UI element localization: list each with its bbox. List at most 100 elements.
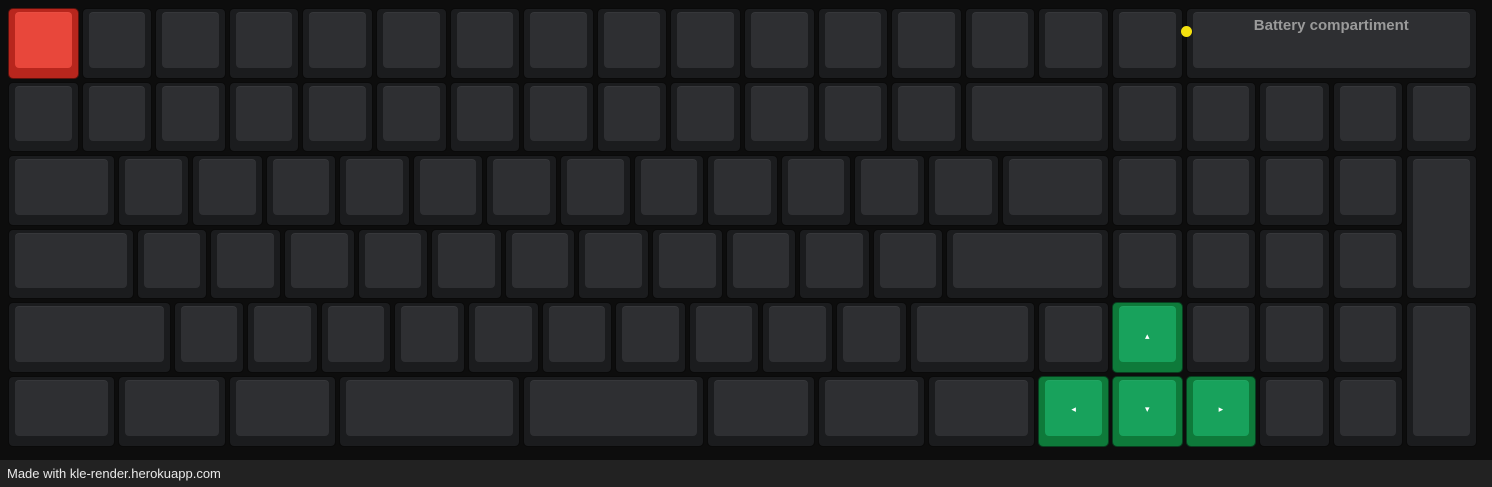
key-right-ctrl[interactable] bbox=[928, 376, 1036, 447]
key-r1-19[interactable] bbox=[1406, 81, 1477, 153]
key-r4-18[interactable] bbox=[1332, 302, 1404, 373]
key-right-shift[interactable] bbox=[909, 302, 1036, 373]
key-left-shift[interactable] bbox=[8, 302, 171, 373]
key-r2-1[interactable] bbox=[118, 155, 189, 226]
key-r1-10[interactable] bbox=[744, 81, 815, 153]
key-r3-8[interactable] bbox=[652, 228, 723, 300]
key-fn[interactable] bbox=[817, 376, 925, 447]
key-r0-15[interactable] bbox=[1112, 8, 1183, 79]
key-tab[interactable] bbox=[8, 155, 116, 226]
key-arrow-left[interactable]: ◂ bbox=[1038, 376, 1109, 447]
key-r5-17[interactable] bbox=[1259, 376, 1330, 447]
key-arrow-up[interactable]: ▴ bbox=[1112, 302, 1183, 373]
key-r0-9[interactable] bbox=[670, 8, 741, 79]
key-r4-8[interactable] bbox=[688, 302, 760, 373]
key-r3-9[interactable] bbox=[725, 228, 797, 300]
key-r4-9[interactable] bbox=[762, 302, 833, 373]
key-r0-3[interactable] bbox=[228, 8, 300, 79]
key-r4-4[interactable] bbox=[394, 302, 465, 373]
key-r2-8[interactable] bbox=[633, 155, 705, 226]
key-r3-4[interactable] bbox=[357, 228, 429, 300]
key-r4-10[interactable] bbox=[836, 302, 907, 373]
key-r3-2[interactable] bbox=[210, 228, 281, 300]
key-r2-10[interactable] bbox=[780, 155, 852, 226]
key-r0-5[interactable] bbox=[376, 8, 447, 79]
key-r3-16[interactable] bbox=[1185, 228, 1257, 300]
key-r2-4[interactable] bbox=[339, 155, 410, 226]
key-r3-18[interactable] bbox=[1332, 228, 1404, 300]
key-r1-18[interactable] bbox=[1332, 81, 1404, 153]
key-r0-14[interactable] bbox=[1038, 8, 1109, 79]
key-left-super[interactable] bbox=[118, 376, 226, 447]
key-r1-6[interactable] bbox=[449, 81, 521, 153]
key-caps-lock[interactable] bbox=[8, 228, 134, 300]
key-r2-5[interactable] bbox=[412, 155, 484, 226]
key-r1-0[interactable] bbox=[8, 81, 79, 153]
key-space-right[interactable] bbox=[523, 376, 705, 447]
key-r4-17[interactable] bbox=[1259, 302, 1330, 373]
key-r4-7[interactable] bbox=[615, 302, 686, 373]
key-r0-2[interactable] bbox=[155, 8, 226, 79]
key-r2-7[interactable] bbox=[560, 155, 631, 226]
key-r2-12[interactable] bbox=[928, 155, 999, 226]
key-r1-2[interactable] bbox=[155, 81, 226, 153]
key-r1-3[interactable] bbox=[228, 81, 300, 153]
key-r0-4[interactable] bbox=[302, 8, 373, 79]
key-left-ctrl[interactable] bbox=[8, 376, 116, 447]
key-r1-11[interactable] bbox=[817, 81, 889, 153]
key-r4-6[interactable] bbox=[541, 302, 613, 373]
key-r4-2[interactable] bbox=[247, 302, 318, 373]
key-r5-18[interactable] bbox=[1332, 376, 1404, 447]
key-r1-12[interactable] bbox=[891, 81, 962, 153]
key-backspace[interactable] bbox=[964, 81, 1109, 153]
key-r2-17[interactable] bbox=[1259, 155, 1330, 226]
key-r1-1[interactable] bbox=[81, 81, 153, 153]
key-r2-15[interactable] bbox=[1112, 155, 1183, 226]
key-r4-5[interactable] bbox=[468, 302, 539, 373]
key-r2-11[interactable] bbox=[854, 155, 925, 226]
key-numpad-enter[interactable] bbox=[1406, 302, 1477, 447]
key-r3-5[interactable] bbox=[431, 228, 502, 300]
key-r0-10[interactable] bbox=[744, 8, 815, 79]
key-r1-17[interactable] bbox=[1259, 81, 1330, 153]
key-left-alt[interactable] bbox=[228, 376, 337, 447]
key-r2-6[interactable] bbox=[486, 155, 557, 226]
key-r1-7[interactable] bbox=[523, 81, 594, 153]
key-backslash[interactable] bbox=[1001, 155, 1109, 226]
key-arrow-right[interactable]: ▸ bbox=[1185, 376, 1257, 447]
key-r0-6[interactable] bbox=[449, 8, 521, 79]
key-r1-4[interactable] bbox=[302, 81, 373, 153]
key-right-alt[interactable] bbox=[707, 376, 815, 447]
key-r4-14[interactable] bbox=[1038, 302, 1109, 373]
key-r3-6[interactable] bbox=[504, 228, 576, 300]
key-r3-11[interactable] bbox=[872, 228, 944, 300]
key-r0-7[interactable] bbox=[523, 8, 594, 79]
key-r2-18[interactable] bbox=[1332, 155, 1404, 226]
key-r1-5[interactable] bbox=[376, 81, 447, 153]
key-r2-16[interactable] bbox=[1185, 155, 1257, 226]
key-r0-8[interactable] bbox=[596, 8, 668, 79]
key-enter[interactable] bbox=[946, 228, 1109, 300]
key-r1-16[interactable] bbox=[1185, 81, 1257, 153]
key-r1-15[interactable] bbox=[1112, 81, 1183, 153]
key-space-left[interactable] bbox=[339, 376, 521, 447]
key-r0-12[interactable] bbox=[891, 8, 962, 79]
key-r0-13[interactable] bbox=[964, 8, 1036, 79]
key-r4-16[interactable] bbox=[1185, 302, 1257, 373]
key-r3-15[interactable] bbox=[1112, 228, 1183, 300]
key-escape[interactable] bbox=[8, 8, 79, 79]
key-r1-9[interactable] bbox=[670, 81, 741, 153]
key-r4-1[interactable] bbox=[173, 302, 245, 373]
key-r2-9[interactable] bbox=[707, 155, 778, 226]
key-r3-17[interactable] bbox=[1259, 228, 1330, 300]
key-numpad-plus[interactable] bbox=[1406, 155, 1477, 300]
key-r1-8[interactable] bbox=[596, 81, 668, 153]
key-r0-11[interactable] bbox=[817, 8, 889, 79]
key-r4-3[interactable] bbox=[320, 302, 392, 373]
key-r3-1[interactable] bbox=[136, 228, 208, 300]
key-arrow-down[interactable]: ▾ bbox=[1112, 376, 1183, 447]
key-r3-7[interactable] bbox=[578, 228, 649, 300]
key-r0-1[interactable] bbox=[81, 8, 153, 79]
key-r2-3[interactable] bbox=[265, 155, 337, 226]
key-r3-3[interactable] bbox=[284, 228, 355, 300]
